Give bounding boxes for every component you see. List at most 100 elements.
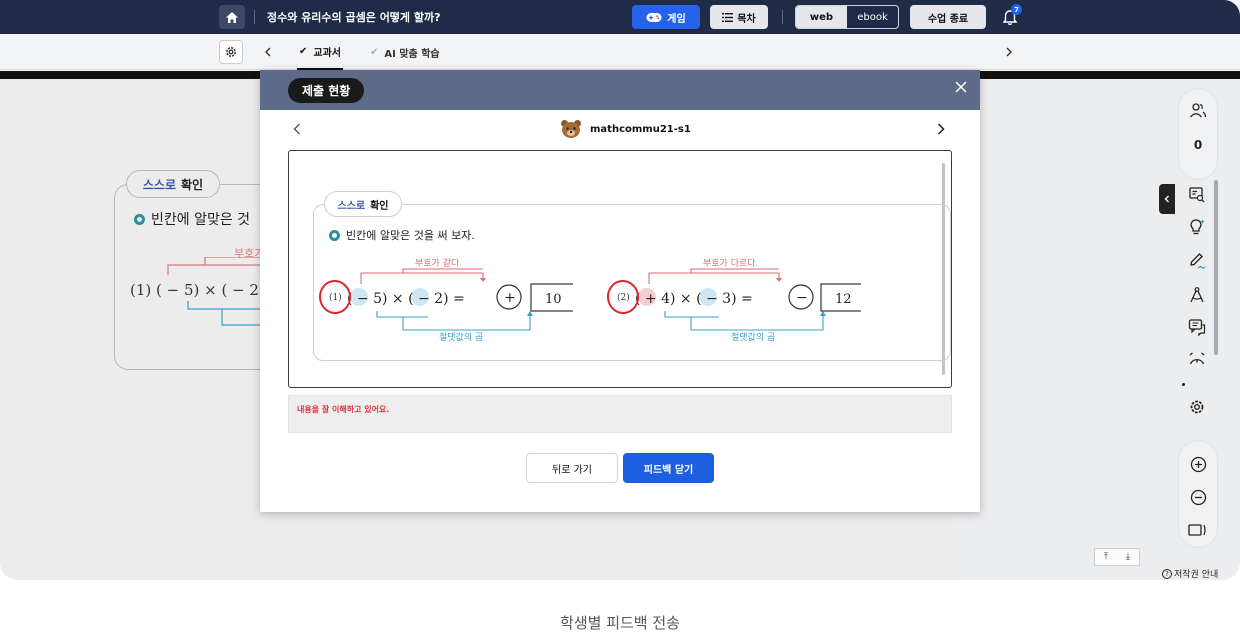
toc-button[interactable]: 목차 [710, 5, 768, 29]
document-search-icon [1189, 187, 1205, 203]
caption: 학생별 피드백 전송 [560, 614, 680, 632]
divider [782, 10, 783, 24]
problem-2: 부호가 다르다. 절댓값의 곱 (2) ( + 4) × ( − 3) = − … [606, 258, 861, 343]
toc-label: 목차 [737, 13, 756, 25]
bear-avatar-icon [561, 120, 581, 138]
idea-button[interactable] [1186, 216, 1208, 238]
self-check-badge: 스스로 확인 [126, 170, 220, 198]
problem-1-sign: + [504, 290, 516, 306]
student-panel [1178, 88, 1218, 180]
divider [254, 10, 255, 24]
hint-abs-product: 절댓값의 곱 [439, 331, 483, 343]
instruction-text: 빈칸에 알맞은 것을 써 보자. [346, 229, 475, 242]
zoom-out-button[interactable] [1187, 486, 1209, 508]
self-check-badge: 스스로 확인 [324, 191, 402, 217]
expression: (1) ( − 5) × ( − 2 [130, 281, 259, 299]
instruction-text: 빈칸에 알맞은 것 [151, 212, 251, 228]
mode-ebook-option[interactable]: ebook [847, 6, 898, 28]
compass-button[interactable] [1186, 284, 1208, 306]
tab-textbook[interactable]: ✔ 교과서 [297, 34, 343, 70]
submission-view: 스스로 확인 빈칸에 알맞은 것을 써 보자. 부호가 같다. 절댓값의 곱 (… [288, 150, 952, 388]
top-bar: 정수와 유리수의 곱셈은 어떻게 할까? 게임 목차 web ebook 수업 … [0, 0, 1240, 34]
review-button[interactable] [1186, 184, 1208, 206]
problem-2-sign: − [796, 290, 808, 306]
users-icon [1190, 103, 1207, 118]
scroll-top-icon[interactable]: ⤒ [1104, 552, 1108, 562]
hint-same-sign: 부호가 같다. [415, 257, 462, 269]
check-icon: ✔ [370, 46, 379, 58]
indicator-dot [1182, 383, 1185, 386]
student-id-label: mathcommu21-s1 [590, 123, 691, 135]
gear-icon [226, 47, 236, 57]
badge-word: 스스로 [142, 177, 177, 192]
submission-modal: 제출 현황 mathcommu21-s1 스스로 확인 빈칸에 알맞은 것을 써… [260, 70, 980, 512]
end-class-button[interactable]: 수업 종료 [910, 5, 986, 29]
game-button[interactable]: 게임 [632, 5, 700, 29]
list-icon [722, 12, 734, 22]
modal-close-button[interactable] [950, 76, 972, 98]
plus-circle-icon [1190, 456, 1206, 472]
back-button[interactable]: 뒤로 가기 [526, 453, 618, 483]
home-icon [226, 11, 238, 23]
student-identity: mathcommu21-s1 [560, 119, 691, 139]
minus-circle-icon [1190, 489, 1206, 505]
scroll-bottom-icon[interactable]: ⤓ [1126, 552, 1130, 562]
tab-prev-button[interactable] [259, 43, 277, 61]
pen-icon [1190, 253, 1206, 269]
home-button[interactable] [219, 5, 245, 29]
chat-icon [1188, 319, 1206, 336]
view-mode-toggle: web ebook [795, 5, 899, 29]
badge-word: 스스로 [337, 200, 366, 212]
badge-label: 확인 [370, 200, 389, 212]
student-count: 0 [1193, 138, 1203, 152]
bullet-icon [329, 229, 340, 241]
gear-icon [1190, 400, 1204, 414]
next-student-button[interactable] [932, 120, 950, 138]
feedback-box: 내용을 잘 이해하고 있어요. [288, 395, 952, 433]
chevron-right-icon [1006, 47, 1012, 57]
problem-1-label: (1) [329, 292, 342, 303]
fit-width-icon [1188, 524, 1206, 536]
fit-screen-button[interactable] [1187, 519, 1209, 541]
modal-title: 제출 현황 [288, 78, 365, 103]
tab-ai-learning[interactable]: ✔ AI 맞춤 학습 [370, 34, 440, 70]
rail-settings-button[interactable] [1186, 396, 1208, 418]
gamepad-icon [646, 12, 662, 22]
tab-next-button[interactable] [1000, 43, 1018, 61]
notification-badge: 7 [1011, 4, 1022, 15]
settings-button[interactable] [219, 40, 243, 64]
chevron-left-icon [1164, 195, 1169, 203]
compass-icon [1190, 287, 1204, 303]
feedback-text: 내용을 잘 이해하고 있어요. [297, 405, 390, 414]
page-scroll-controls: ⤒ ⤓ [1094, 548, 1140, 566]
close-feedback-button[interactable]: 피드백 닫기 [623, 453, 714, 483]
chat-button[interactable] [1186, 316, 1208, 338]
mode-web-option[interactable]: web [796, 6, 847, 28]
hint-diff-sign: 부호가 다르다. [703, 258, 758, 269]
chevron-left-icon [293, 123, 300, 135]
problem-2-label: (2) [617, 292, 630, 303]
pen-button[interactable] [1186, 250, 1208, 272]
instruction: 빈칸에 알맞은 것 [134, 209, 250, 229]
chevron-right-icon [937, 123, 945, 135]
problem-2-expression: ( + 4) × ( − 3) = [635, 291, 753, 307]
help-circle-icon: ? [1162, 568, 1172, 579]
tool-rail [1178, 180, 1218, 430]
lesson-title: 정수와 유리수의 곱셈은 어떻게 할까? [267, 11, 441, 24]
game-label: 게임 [667, 13, 686, 25]
prev-student-button[interactable] [288, 120, 306, 138]
bullet-icon [134, 213, 145, 225]
chevron-left-icon [265, 47, 271, 57]
instruction: 빈칸에 알맞은 것을 써 보자. [329, 227, 475, 243]
close-icon [955, 81, 967, 93]
problem-1-answer: 10 [545, 292, 562, 307]
students-button[interactable] [1187, 99, 1209, 121]
alarm-icon [1189, 352, 1205, 365]
tab-bar: ✔ 교과서 ✔ AI 맞춤 학습 [0, 34, 1240, 70]
zoom-in-button[interactable] [1187, 453, 1209, 475]
hint-abs-product: 절댓값의 곱 [731, 331, 775, 343]
copyright-link[interactable]: ? 저작권 안내 [1162, 567, 1218, 580]
tab-textbook-label: 교과서 [313, 47, 341, 59]
timer-button[interactable] [1186, 348, 1208, 370]
rail-collapse-button[interactable] [1159, 184, 1175, 214]
